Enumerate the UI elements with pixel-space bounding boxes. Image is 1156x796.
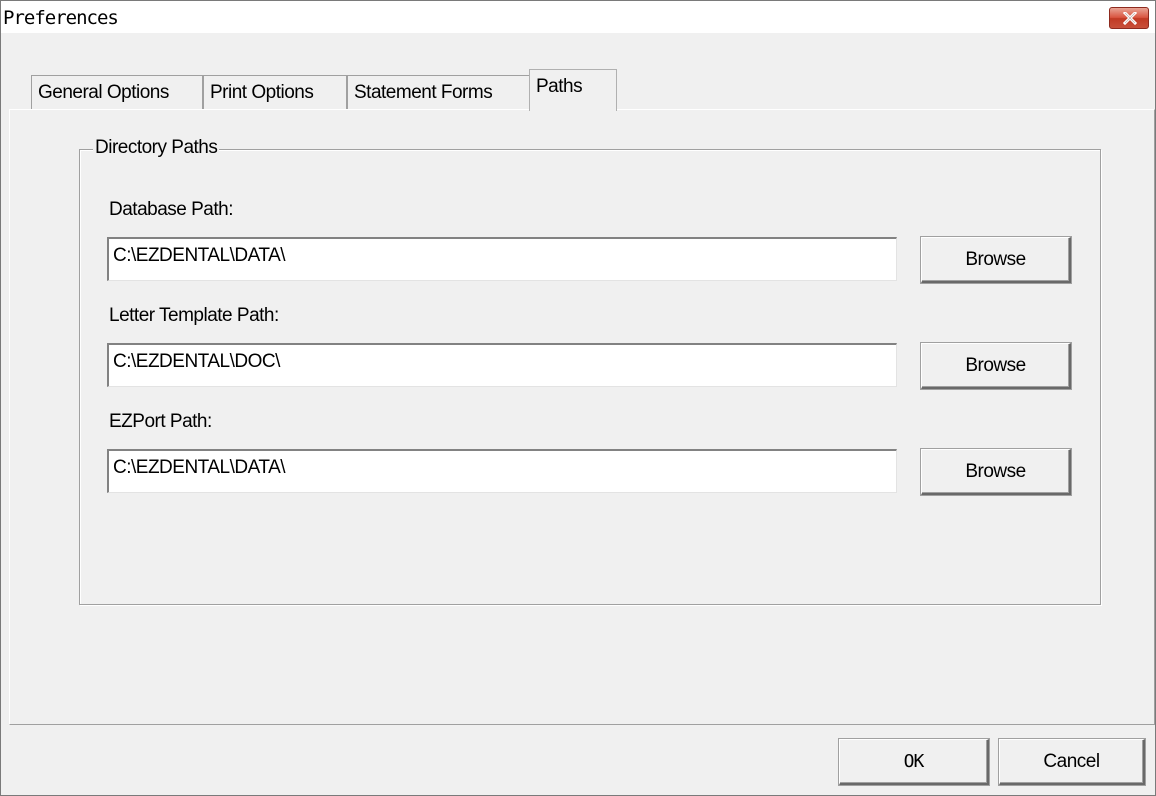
tab-label: Paths bbox=[536, 76, 583, 97]
tab-print-options[interactable]: Print Options bbox=[203, 75, 347, 109]
tab-label: Print Options bbox=[210, 82, 314, 103]
tab-label: Statement Forms bbox=[354, 82, 493, 103]
tab-general-options[interactable]: General Options bbox=[31, 75, 203, 109]
letter-template-path-input[interactable]: C:\EZDENTAL\DOC\ bbox=[107, 343, 897, 387]
ezport-path-input[interactable]: C:\EZDENTAL\DATA\ bbox=[107, 449, 897, 493]
title-bar: Preferences bbox=[1, 1, 1155, 34]
preferences-dialog: Preferences General Options Print Option… bbox=[0, 0, 1156, 796]
database-path-label: Database Path: bbox=[109, 199, 233, 220]
ok-button[interactable]: OK bbox=[839, 739, 989, 785]
browse-letter-template-button[interactable]: Browse bbox=[921, 343, 1071, 389]
tab-label: General Options bbox=[38, 82, 169, 103]
browse-database-button[interactable]: Browse bbox=[921, 237, 1071, 283]
tab-paths[interactable]: Paths bbox=[529, 69, 617, 111]
group-title: Directory Paths bbox=[93, 137, 220, 159]
cancel-button[interactable]: Cancel bbox=[999, 739, 1145, 785]
browse-ezport-button[interactable]: Browse bbox=[921, 449, 1071, 495]
database-path-input[interactable]: C:\EZDENTAL\DATA\ bbox=[107, 237, 897, 281]
window-title: Preferences bbox=[3, 7, 119, 29]
ezport-path-label: EZPort Path: bbox=[109, 411, 212, 432]
close-icon bbox=[1123, 12, 1137, 25]
tab-statement-forms[interactable]: Statement Forms bbox=[347, 75, 531, 109]
close-button[interactable] bbox=[1109, 7, 1149, 29]
letter-template-path-label: Letter Template Path: bbox=[109, 305, 279, 326]
